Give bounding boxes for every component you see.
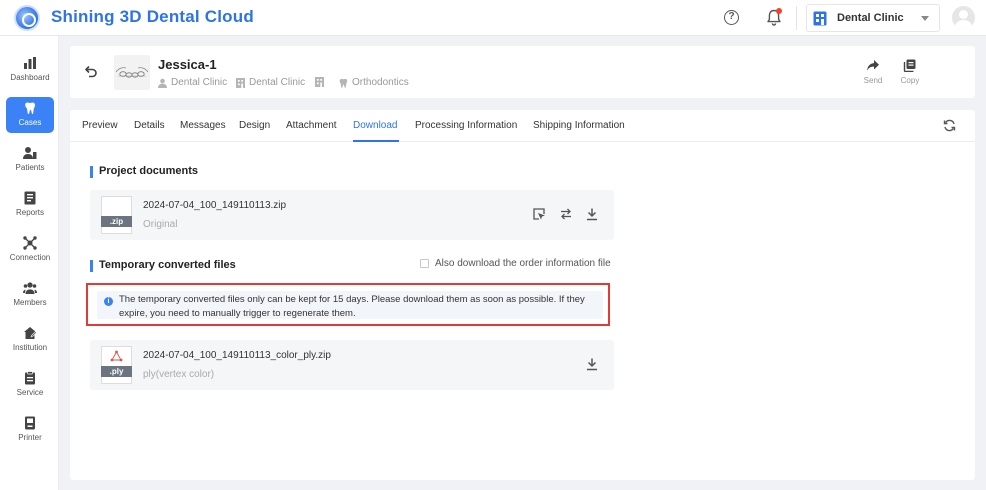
- case-meta-type: Orthodontics: [339, 77, 409, 88]
- expiry-notice: i The temporary converted files only can…: [86, 283, 610, 326]
- sidebar-item-service[interactable]: Service: [6, 367, 54, 403]
- open-in-viewer-icon[interactable]: [532, 207, 546, 221]
- file-name: 2024-07-04_100_149110113.zip: [143, 200, 287, 211]
- connection-icon: [23, 236, 37, 250]
- clinic-selector[interactable]: Dental Clinic: [806, 4, 940, 32]
- sidebar-item-label: Members: [13, 298, 47, 307]
- dental-arch-image: [115, 67, 149, 78]
- notice-body: i The temporary converted files only can…: [97, 291, 603, 319]
- tooth-icon: [25, 102, 35, 114]
- notice-text: The temporary converted files only can b…: [119, 294, 585, 319]
- report-icon: [24, 191, 36, 205]
- copy-label: Copy: [900, 76, 920, 85]
- sidebar-item-dashboard[interactable]: Dashboard: [6, 52, 54, 88]
- chevron-down-icon: [921, 16, 929, 21]
- members-icon: [23, 282, 37, 294]
- notification-dot: [776, 8, 782, 14]
- convert-icon[interactable]: [559, 207, 573, 221]
- file-row-original: .zip 2024-07-04_100_149110113.zip Origin…: [90, 190, 614, 240]
- mesh-icon: [110, 350, 123, 362]
- sidebar-item-label: Printer: [18, 433, 42, 442]
- active-tab-indicator: [353, 140, 399, 142]
- copy-icon: [903, 59, 916, 72]
- sidebar-item-label: Dashboard: [10, 73, 50, 82]
- send-button[interactable]: Send: [858, 59, 888, 85]
- tab-design[interactable]: Design: [239, 120, 270, 131]
- sidebar-item-label: Cases: [18, 118, 42, 127]
- case-thumbnail[interactable]: [114, 55, 150, 90]
- printer-icon: [25, 416, 35, 430]
- tab-bar: Preview Details Messages Design Attachme…: [70, 110, 975, 142]
- case-name: Jessica-1: [158, 57, 217, 72]
- main-panel: Preview Details Messages Design Attachme…: [70, 110, 975, 480]
- tab-shipping-information[interactable]: Shipping Information: [533, 120, 625, 131]
- sidebar-item-patients[interactable]: Patients: [6, 142, 54, 178]
- tab-processing-information[interactable]: Processing Information: [415, 120, 517, 131]
- sidebar-item-reports[interactable]: Reports: [6, 187, 54, 223]
- sidebar-item-members[interactable]: Members: [6, 277, 54, 313]
- temporary-files-title: Temporary converted files: [90, 259, 236, 272]
- send-label: Send: [863, 76, 883, 85]
- case-meta-text: Dental Clinic: [249, 77, 306, 88]
- tooth-icon: [339, 78, 348, 87]
- app-title[interactable]: Shining 3D Dental Cloud: [51, 7, 254, 27]
- copy-button[interactable]: Copy: [895, 59, 925, 85]
- file-name: 2024-07-04_100_149110113_color_ply.zip: [143, 350, 331, 361]
- patients-icon: [23, 147, 37, 159]
- sidebar-item-label: Reports: [15, 208, 44, 217]
- bar-chart-icon: [24, 57, 36, 69]
- building-icon: [813, 11, 827, 26]
- case-meta-text: Dental Clinic: [171, 77, 228, 88]
- case-meta-text: Orthodontics: [352, 77, 409, 88]
- sidebar-item-printer[interactable]: Printer: [6, 412, 54, 448]
- case-meta-lab: Dental Clinic: [236, 77, 305, 88]
- tab-download[interactable]: Download: [353, 120, 397, 131]
- info-icon: i: [104, 297, 113, 306]
- case-meta-org: [315, 77, 328, 87]
- tab-details[interactable]: Details: [134, 120, 165, 131]
- sidebar-item-institution[interactable]: Institution: [6, 322, 54, 358]
- sidebar-item-cases[interactable]: Cases: [6, 97, 54, 133]
- project-documents-title: Project documents: [90, 165, 198, 178]
- building-icon: [236, 77, 245, 88]
- app-logo-icon[interactable]: [14, 5, 40, 31]
- institution-icon: [24, 327, 37, 339]
- service-icon: [25, 371, 35, 385]
- sidebar-item-label: Patients: [15, 163, 45, 172]
- download-icon[interactable]: [585, 207, 599, 221]
- download-icon[interactable]: [585, 357, 599, 371]
- file-extension: .zip: [101, 216, 132, 227]
- back-arrow-icon[interactable]: [84, 64, 98, 78]
- sidebar-item-label: Connection: [9, 253, 51, 262]
- ply-file-icon: .ply: [101, 346, 132, 384]
- file-row-ply: .ply 2024-07-04_100_149110113_color_ply.…: [90, 340, 614, 390]
- checkbox[interactable]: [420, 259, 429, 268]
- divider: [796, 6, 797, 30]
- tab-preview[interactable]: Preview: [82, 120, 118, 131]
- sidebar-item-label: Institution: [12, 343, 48, 352]
- sidebar: Dashboard Cases Patients Reports Connect…: [0, 36, 59, 490]
- user-icon: [158, 78, 167, 88]
- file-type: Original: [143, 219, 178, 230]
- sidebar-item-connection[interactable]: Connection: [6, 232, 54, 268]
- order-info-checkbox[interactable]: Also download the order information file: [420, 258, 611, 269]
- checkbox-label[interactable]: Also download the order information file: [435, 258, 611, 269]
- sidebar-item-label: Service: [16, 388, 44, 397]
- help-circle-icon[interactable]: ?: [724, 10, 739, 25]
- top-bar: Shining 3D Dental Cloud ? Dental Clinic: [0, 0, 986, 36]
- case-header: Jessica-1 Dental Clinic Dental Clinic Or…: [70, 46, 975, 98]
- refresh-icon[interactable]: [943, 119, 956, 132]
- tab-attachment[interactable]: Attachment: [286, 120, 337, 131]
- file-extension: .ply: [101, 366, 132, 377]
- case-meta-clinic: Dental Clinic: [158, 77, 227, 88]
- tab-messages[interactable]: Messages: [180, 120, 226, 131]
- user-avatar-icon[interactable]: [952, 6, 975, 29]
- clinic-name: Dental Clinic: [837, 12, 904, 24]
- share-icon: [867, 60, 879, 71]
- building-icon: [315, 77, 324, 87]
- zip-file-icon: .zip: [101, 196, 132, 234]
- file-type: ply(vertex color): [143, 369, 215, 380]
